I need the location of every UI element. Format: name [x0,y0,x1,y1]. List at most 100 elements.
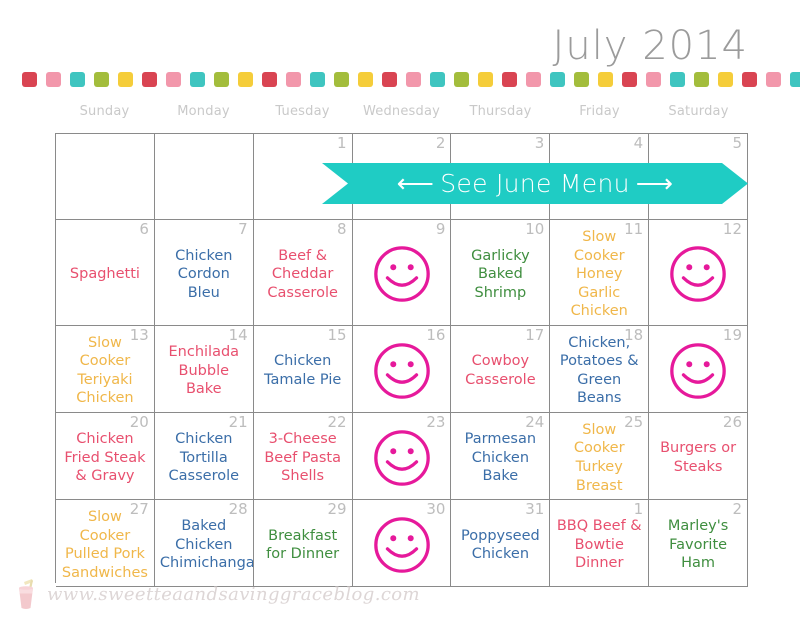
calendar-day-cell[interactable]: 13 Slow Cooker Teriyaki Chicken [56,325,155,413]
decorative-dot-strip [0,70,800,88]
calendar-day-cell[interactable]: 2 [352,134,452,220]
day-number: 11 [624,220,644,238]
calendar-day-cell[interactable]: 23 [352,412,452,501]
decorative-dot [478,71,493,87]
calendar-day-cell[interactable]: 27 Slow Cooker Pulled Pork Sandwiches [56,500,155,588]
calendar-day-cell[interactable]: 3 [451,134,551,220]
calendar-day-cell[interactable]: 7 Chicken Cordon Bleu [154,220,254,326]
decorative-dot [94,71,109,87]
meal-label: Chicken Fried Steak & Gravy [64,431,146,485]
day-number: 28 [228,500,248,519]
calendar-day-cell[interactable]: 15 Chicken Tamale Pie [253,325,353,413]
calendar-day-cell[interactable]: 5 [649,134,749,220]
calendar-day-cell[interactable]: 6 Spaghetti [56,220,155,326]
meal-label: Chicken, Potatoes & Green Beans [559,334,639,407]
calendar-day-cell[interactable]: 17 Cowboy Casserole [451,325,551,413]
day-number: 19 [722,325,743,344]
decorative-dot [454,71,469,87]
day-number: 26 [722,412,743,431]
calendar-day-cell[interactable]: 1 BBQ Beef & Bowtie Dinner [550,500,650,588]
decorative-dot [526,71,541,87]
day-number: 20 [129,412,149,431]
meal-label: Parmesan Chicken Bake [464,431,537,485]
day-number: 2 [435,134,446,152]
calendar-day-cell[interactable]: 18 Chicken, Potatoes & Green Beans [550,325,650,413]
calendar-grid: 1 2 3 4 5 6 Spaghetti 7 Chicken Cordon Bleu 8 Beef… [55,133,749,588]
calendar-day-cell[interactable]: 19 [649,325,749,413]
calendar-day-cell[interactable]: 10 Garlicky Baked Shrimp [451,220,551,326]
weekday-label-saturday: Saturday [668,104,729,119]
day-number: 13 [129,325,149,344]
meal-label: Slow Cooker Turkey Breast [573,421,625,494]
decorative-dot [286,71,301,87]
calendar-day-cell[interactable]: 12 [649,220,749,326]
decorative-dot [70,71,85,87]
decorative-dot [574,71,589,87]
calendar-week-row: 1 2 3 4 5 [56,134,749,220]
weekday-header-row: Sunday Monday Tuesday Wednesday Thursday Frid… [55,104,748,119]
weekday-label-tuesday: Tuesday [275,104,330,119]
footer-url: www.sweetteaandsavinggraceblog.com [47,583,421,605]
meal-label: Garlicky Baked Shrimp [471,247,530,301]
day-number: 14 [228,325,248,344]
calendar-week-row: 6 Spaghetti 7 Chicken Cordon Bleu 8 Beef & Ch… [56,220,749,326]
calendar-day-cell[interactable]: 21 Chicken Tortilla Casserole [154,412,254,501]
decorative-dot [262,71,277,87]
meal-label: Cowboy Casserole [465,353,536,388]
decorative-dot [382,71,397,87]
calendar-day-cell[interactable]: 4 [550,134,650,220]
day-number: 9 [435,220,446,238]
day-number: 17 [525,325,545,344]
footer: www.sweetteaandsavinggraceblog.com [14,578,420,610]
meal-label: Chicken Tamale Pie [264,353,342,388]
decorative-dot [46,71,61,87]
day-number: 7 [238,220,248,238]
calendar-header: July 2014 [0,0,800,66]
calendar-day-cell[interactable]: 28 Baked Chicken Chimichangas [154,500,254,588]
calendar-day-cell[interactable]: 1 [253,134,353,220]
page-title: July 2014 [552,23,748,69]
day-number: 15 [327,325,347,344]
calendar-day-cell[interactable] [56,134,155,220]
calendar-day-cell[interactable]: 2 Marley's Favorite Ham [649,500,749,588]
smiley-face-icon [373,343,430,399]
decorative-dot [238,71,253,87]
day-number: 25 [624,412,644,431]
decorative-dot [742,71,757,87]
meal-label: Spaghetti [69,266,140,283]
calendar-day-cell[interactable]: 25 Slow Cooker Turkey Breast [550,412,650,501]
calendar-day-cell[interactable]: 16 [352,325,452,413]
meal-label: Poppyseed Chicken [461,527,540,563]
decorative-dot [166,71,181,87]
calendar-day-cell[interactable]: 26 Burgers or Steaks [649,412,749,501]
meal-label: Chicken Cordon Bleu [175,247,233,301]
day-number: 31 [525,500,545,519]
calendar-week-row: 13 Slow Cooker Teriyaki Chicken 14 Enchilad… [56,325,749,413]
meal-label: 3-Cheese Beef Pasta Shells [264,431,341,485]
decorative-dot [718,71,733,87]
day-number: 24 [525,412,545,431]
calendar-day-cell[interactable]: 24 Parmesan Chicken Bake [451,412,551,501]
day-number: 6 [139,220,149,238]
calendar-day-cell[interactable]: 9 [352,220,452,326]
calendar-day-cell[interactable]: 22 3-Cheese Beef Pasta Shells [253,412,353,501]
day-number: 22 [327,412,347,431]
calendar-day-cell[interactable]: 20 Chicken Fried Steak & Gravy [56,412,155,501]
day-number: 12 [722,220,743,238]
calendar-day-cell[interactable]: 11 Slow Cooker Honey Garlic Chicken [550,220,650,326]
day-number: 29 [327,500,347,519]
calendar-day-cell[interactable]: 30 [352,500,452,588]
day-number: 16 [426,325,446,344]
weekday-label-friday: Friday [579,104,620,119]
day-number: 1 [337,134,347,152]
decorative-dot [406,71,421,87]
decorative-dot [502,71,517,87]
calendar-day-cell[interactable]: 8 Beef & Cheddar Casserole [253,220,353,326]
calendar-day-cell[interactable]: 14 Enchilada Bubble Bake [154,325,254,413]
smiley-face-icon [670,246,726,303]
calendar-day-cell[interactable] [154,134,254,220]
calendar-day-cell[interactable]: 31 Poppyseed Chicken [451,500,551,588]
calendar-day-cell[interactable]: 29 Breakfast for Dinner [253,500,353,588]
meal-label: Beef & Cheddar Casserole [267,247,338,301]
decorative-dot [694,71,709,87]
